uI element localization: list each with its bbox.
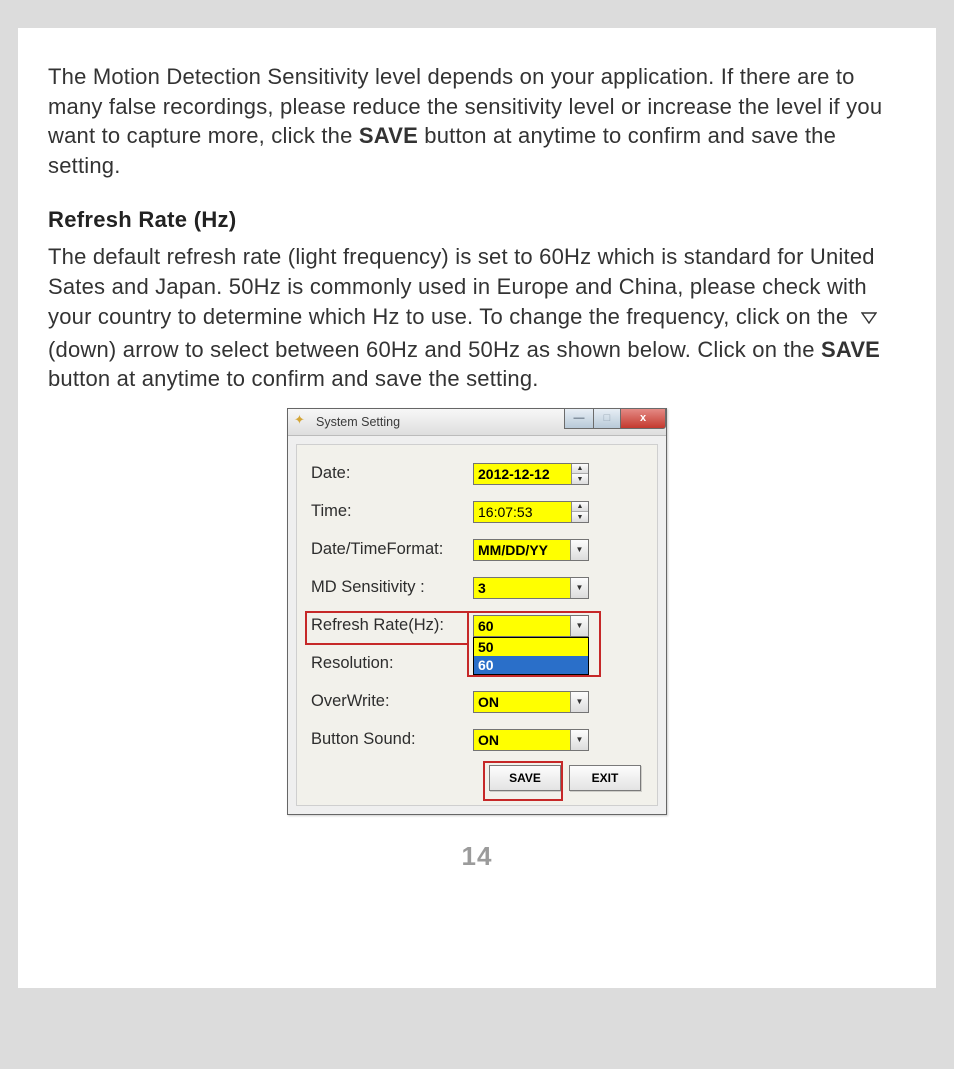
page-sheet: The Motion Detection Sensitivity level d… (18, 28, 936, 988)
overwrite-value: ON (478, 694, 499, 710)
label-button-sound: Button Sound: (311, 730, 473, 749)
text: (down) arrow to select between 60Hz and … (48, 337, 821, 362)
paragraph-motion-detection: The Motion Detection Sensitivity level d… (48, 62, 906, 181)
refresh-rate-field[interactable]: 60 ▼ (473, 615, 589, 637)
label-format: Date/TimeFormat: (311, 540, 473, 559)
dialog-button-row: SAVE EXIT (311, 759, 645, 795)
document-page: The Motion Detection Sensitivity level d… (0, 28, 954, 1069)
exit-button[interactable]: EXIT (569, 765, 641, 791)
row-overwrite: OverWrite: ON ▼ (311, 683, 645, 721)
overwrite-field[interactable]: ON ▼ (473, 691, 589, 713)
date-value: 2012-12-12 (478, 466, 550, 482)
label-md-sensitivity: MD Sensitivity : (311, 578, 473, 597)
dropdown-arrow-icon[interactable]: ▼ (570, 540, 588, 560)
time-field[interactable]: 16:07:53 ▲ ▼ (473, 501, 589, 523)
refresh-rate-dropdown-list[interactable]: 50 60 (473, 637, 589, 675)
row-refresh-rate: Refresh Rate(Hz): 60 ▼ 50 60 (311, 607, 645, 645)
date-field[interactable]: 2012-12-12 ▲ ▼ (473, 463, 589, 485)
format-value: MM/DD/YY (478, 542, 548, 558)
window-controls: — □ x (565, 408, 666, 429)
save-emphasis: SAVE (821, 337, 880, 362)
spin-down-icon[interactable]: ▼ (572, 512, 588, 522)
text: The default refresh rate (light frequenc… (48, 244, 875, 329)
spin-down-icon[interactable]: ▼ (572, 474, 588, 484)
row-md-sensitivity: MD Sensitivity : 3 ▼ (311, 569, 645, 607)
option-50[interactable]: 50 (474, 638, 588, 656)
dropdown-arrow-icon[interactable]: ▼ (570, 692, 588, 712)
label-date: Date: (311, 464, 473, 483)
label-overwrite: OverWrite: (311, 692, 473, 711)
dialog-title: System Setting (316, 415, 400, 429)
refresh-rate-value: 60 (478, 618, 494, 634)
date-spinner[interactable]: ▲ ▼ (571, 464, 588, 484)
section-heading-refresh-rate: Refresh Rate (Hz) (48, 205, 906, 235)
app-icon (294, 414, 310, 430)
row-date: Date: 2012-12-12 ▲ ▼ (311, 455, 645, 493)
label-refresh-rate: Refresh Rate(Hz): (311, 616, 473, 635)
down-triangle-icon (861, 302, 877, 332)
md-sensitivity-field[interactable]: 3 ▼ (473, 577, 589, 599)
save-emphasis: SAVE (359, 123, 418, 148)
option-60[interactable]: 60 (474, 656, 588, 674)
format-field[interactable]: MM/DD/YY ▼ (473, 539, 589, 561)
body-text-block: The Motion Detection Sensitivity level d… (48, 62, 906, 394)
spin-up-icon[interactable]: ▲ (572, 502, 588, 513)
time-value: 16:07:53 (478, 504, 533, 520)
label-resolution: Resolution: (311, 654, 473, 673)
close-button[interactable]: x (620, 408, 666, 429)
maximize-button[interactable]: □ (593, 408, 621, 429)
md-sensitivity-value: 3 (478, 580, 486, 596)
paragraph-refresh-rate: The default refresh rate (light frequenc… (48, 242, 906, 393)
page-number: 14 (48, 841, 906, 872)
dialog-titlebar: System Setting — □ x (288, 409, 666, 436)
dropdown-arrow-icon[interactable]: ▼ (570, 616, 588, 636)
label-time: Time: (311, 502, 473, 521)
dropdown-arrow-icon[interactable]: ▼ (570, 578, 588, 598)
dropdown-arrow-icon[interactable]: ▼ (570, 730, 588, 750)
minimize-button[interactable]: — (564, 408, 594, 429)
row-time: Time: 16:07:53 ▲ ▼ (311, 493, 645, 531)
time-spinner[interactable]: ▲ ▼ (571, 502, 588, 522)
spin-up-icon[interactable]: ▲ (572, 464, 588, 475)
button-sound-field[interactable]: ON ▼ (473, 729, 589, 751)
dialog-body: Date: 2012-12-12 ▲ ▼ Time: (296, 444, 658, 806)
row-button-sound: Button Sound: ON ▼ (311, 721, 645, 759)
row-format: Date/TimeFormat: MM/DD/YY ▼ (311, 531, 645, 569)
system-setting-dialog: System Setting — □ x Date: 2012-12-12 ▲ (287, 408, 667, 815)
save-button[interactable]: SAVE (489, 765, 561, 791)
button-sound-value: ON (478, 732, 499, 748)
text: button at anytime to confirm and save th… (48, 366, 539, 391)
